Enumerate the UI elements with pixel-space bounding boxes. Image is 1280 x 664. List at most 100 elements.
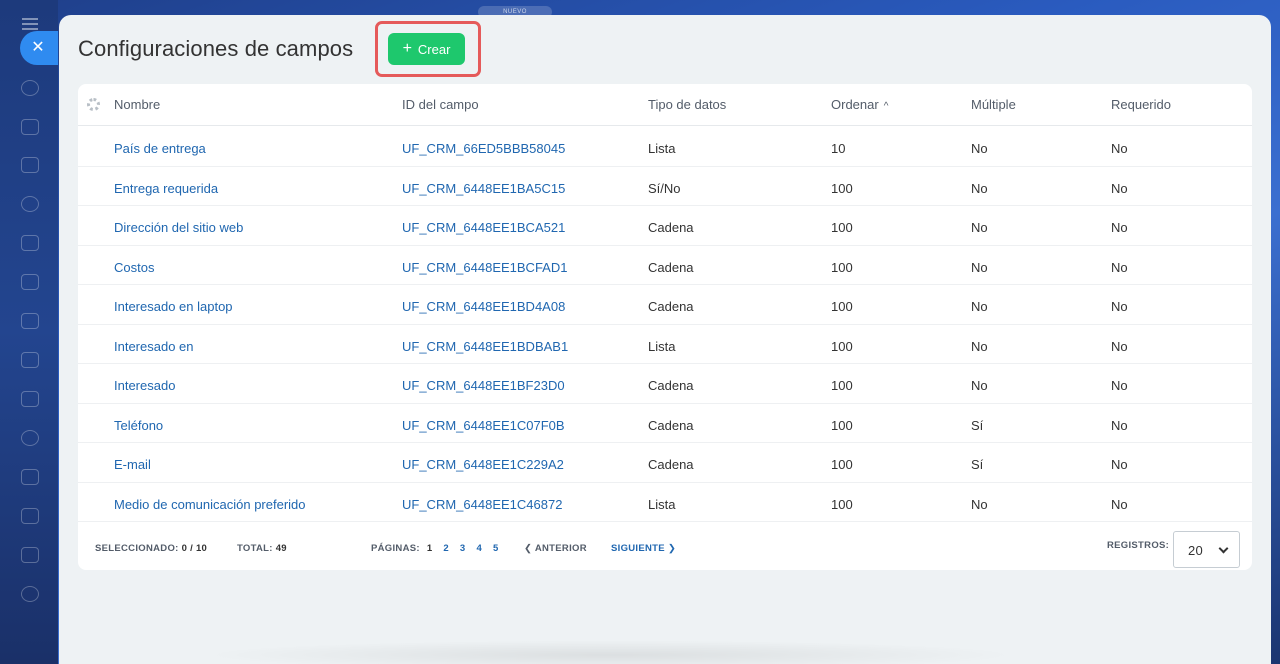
page-link-2[interactable]: 2: [443, 543, 449, 554]
data-type-cell: Cadena: [648, 457, 694, 472]
multiple-cell: No: [971, 299, 988, 314]
table-row[interactable]: Dirección del sitio web UF_CRM_6448EE1BC…: [78, 206, 1252, 246]
field-id-link[interactable]: UF_CRM_66ED5BBB58045: [402, 141, 565, 156]
table-row[interactable]: Interesado en laptop UF_CRM_6448EE1BD4A0…: [78, 285, 1252, 325]
required-cell: No: [1111, 457, 1128, 472]
selected-counter: SELECCIONADO: 0 / 10: [95, 543, 207, 554]
table-row[interactable]: Interesado en UF_CRM_6448EE1BDBAB1 Lista…: [78, 325, 1252, 364]
field-name-link[interactable]: Costos: [114, 260, 154, 275]
field-id-link[interactable]: UF_CRM_6448EE1BA5C15: [402, 181, 565, 196]
total-counter: TOTAL: 49: [237, 543, 287, 554]
gear-icon[interactable]: [87, 98, 100, 111]
close-slider-button[interactable]: ✕: [20, 31, 58, 65]
sort-cell: 100: [831, 180, 853, 196]
data-type-cell: Cadena: [648, 378, 694, 393]
data-type-cell: Cadena: [648, 299, 694, 314]
required-cell: No: [1111, 141, 1128, 156]
required-cell: No: [1111, 496, 1128, 512]
settings-icon[interactable]: [21, 586, 39, 602]
store-icon[interactable]: [21, 547, 39, 563]
field-name-link[interactable]: Interesado en laptop: [114, 299, 233, 314]
field-id-link[interactable]: UF_CRM_6448EE1BDBAB1: [402, 339, 568, 354]
page-link-5[interactable]: 5: [493, 543, 499, 554]
sort-cell: 10: [831, 141, 846, 156]
field-name-link[interactable]: Medio de comunicación preferido: [114, 497, 306, 512]
table-row[interactable]: Entrega requerida UF_CRM_6448EE1BA5C15 S…: [78, 167, 1252, 206]
create-button[interactable]: + Crear: [388, 33, 465, 65]
create-button-label: Crear: [417, 41, 451, 57]
mail-icon[interactable]: [21, 391, 39, 407]
chat-icon[interactable]: [21, 119, 39, 135]
contacts-icon[interactable]: [21, 430, 39, 446]
data-type-cell: Lista: [648, 141, 676, 156]
pages-label: PÁGINAS:: [371, 543, 420, 554]
multiple-cell: Sí: [971, 457, 984, 472]
column-header-name[interactable]: Nombre: [114, 97, 160, 112]
table-row[interactable]: Teléfono UF_CRM_6448EE1C07F0B Cadena 100…: [78, 404, 1252, 443]
field-id-link[interactable]: UF_CRM_6448EE1BCFAD1: [402, 260, 567, 275]
selected-label: SELECCIONADO:: [95, 543, 179, 554]
field-id-link[interactable]: UF_CRM_6448EE1C46872: [402, 497, 562, 512]
sync-icon[interactable]: [21, 80, 39, 96]
filter-icon[interactable]: [21, 508, 39, 524]
field-id-link[interactable]: UF_CRM_6448EE1BCA521: [402, 220, 565, 235]
table-row[interactable]: E-mail UF_CRM_6448EE1C229A2 Cadena 100 S…: [78, 443, 1252, 483]
next-page-button[interactable]: SIGUIENTE ❯: [611, 543, 676, 554]
sort-cell: 100: [831, 417, 853, 433]
column-header-required[interactable]: Requerido: [1111, 97, 1171, 112]
page-link-1[interactable]: 1: [427, 543, 433, 554]
sort-cell: 100: [831, 457, 853, 472]
document-icon[interactable]: [21, 157, 39, 173]
prev-label: ANTERIOR: [534, 543, 587, 554]
field-name-link[interactable]: Interesado: [114, 378, 175, 393]
table-row[interactable]: Costos UF_CRM_6448EE1BCFAD1 Cadena 100 N…: [78, 246, 1252, 285]
prev-page-button[interactable]: ❮ ANTERIOR: [524, 543, 587, 554]
field-name-link[interactable]: E-mail: [114, 457, 151, 472]
column-header-sort[interactable]: Ordenar ^: [831, 97, 888, 112]
page-link-4[interactable]: 4: [476, 543, 482, 554]
data-type-cell: Sí/No: [648, 180, 681, 196]
presentation-icon[interactable]: [21, 313, 39, 329]
records-per-page-select[interactable]: 20: [1173, 531, 1240, 568]
sort-cell: 100: [831, 259, 853, 275]
field-name-link[interactable]: Entrega requerida: [114, 181, 218, 196]
chevron-left-icon: ❮: [524, 543, 533, 554]
calendar-icon[interactable]: [21, 235, 39, 251]
total-value: 49: [275, 543, 287, 554]
field-id-link[interactable]: UF_CRM_6448EE1BD4A08: [402, 299, 565, 314]
file-icon[interactable]: [21, 274, 39, 290]
table-header: Nombre ID del campo Tipo de datos Ordena…: [78, 84, 1252, 126]
required-cell: No: [1111, 338, 1128, 354]
column-header-sort-label: Ordenar: [831, 97, 879, 112]
required-cell: No: [1111, 378, 1128, 393]
records-value: 20: [1188, 543, 1204, 558]
multiple-cell: No: [971, 141, 988, 156]
menu-icon[interactable]: [22, 18, 38, 30]
table-row[interactable]: País de entrega UF_CRM_66ED5BBB58045 Lis…: [78, 127, 1252, 167]
column-header-multiple[interactable]: Múltiple: [971, 97, 1016, 112]
field-id-link[interactable]: UF_CRM_6448EE1BF23D0: [402, 378, 565, 393]
column-header-data-type[interactable]: Tipo de datos: [648, 97, 726, 112]
field-id-link[interactable]: UF_CRM_6448EE1C07F0B: [402, 418, 565, 433]
card-icon[interactable]: [21, 352, 39, 368]
data-type-cell: Cadena: [648, 259, 694, 275]
sort-cell: 100: [831, 299, 853, 314]
close-icon: ✕: [31, 39, 45, 56]
table-row[interactable]: Medio de comunicación preferido UF_CRM_6…: [78, 483, 1252, 522]
table-row[interactable]: Interesado UF_CRM_6448EE1BF23D0 Cadena 1…: [78, 364, 1252, 404]
required-cell: No: [1111, 180, 1128, 196]
field-name-link[interactable]: Interesado en: [114, 339, 194, 354]
hexagon-icon[interactable]: [21, 196, 39, 212]
field-name-link[interactable]: País de entrega: [114, 141, 206, 156]
sort-ascending-icon: ^: [883, 101, 889, 112]
field-name-link[interactable]: Dirección del sitio web: [114, 220, 243, 235]
field-name-link[interactable]: Teléfono: [114, 418, 163, 433]
tasks-icon[interactable]: [21, 469, 39, 485]
multiple-cell: No: [971, 220, 988, 235]
field-id-link[interactable]: UF_CRM_6448EE1C229A2: [402, 457, 564, 472]
multiple-cell: No: [971, 338, 988, 354]
data-type-cell: Lista: [648, 338, 676, 354]
records-label: REGISTROS:: [1107, 540, 1170, 551]
column-header-field-id[interactable]: ID del campo: [402, 97, 479, 112]
page-link-3[interactable]: 3: [460, 543, 466, 554]
